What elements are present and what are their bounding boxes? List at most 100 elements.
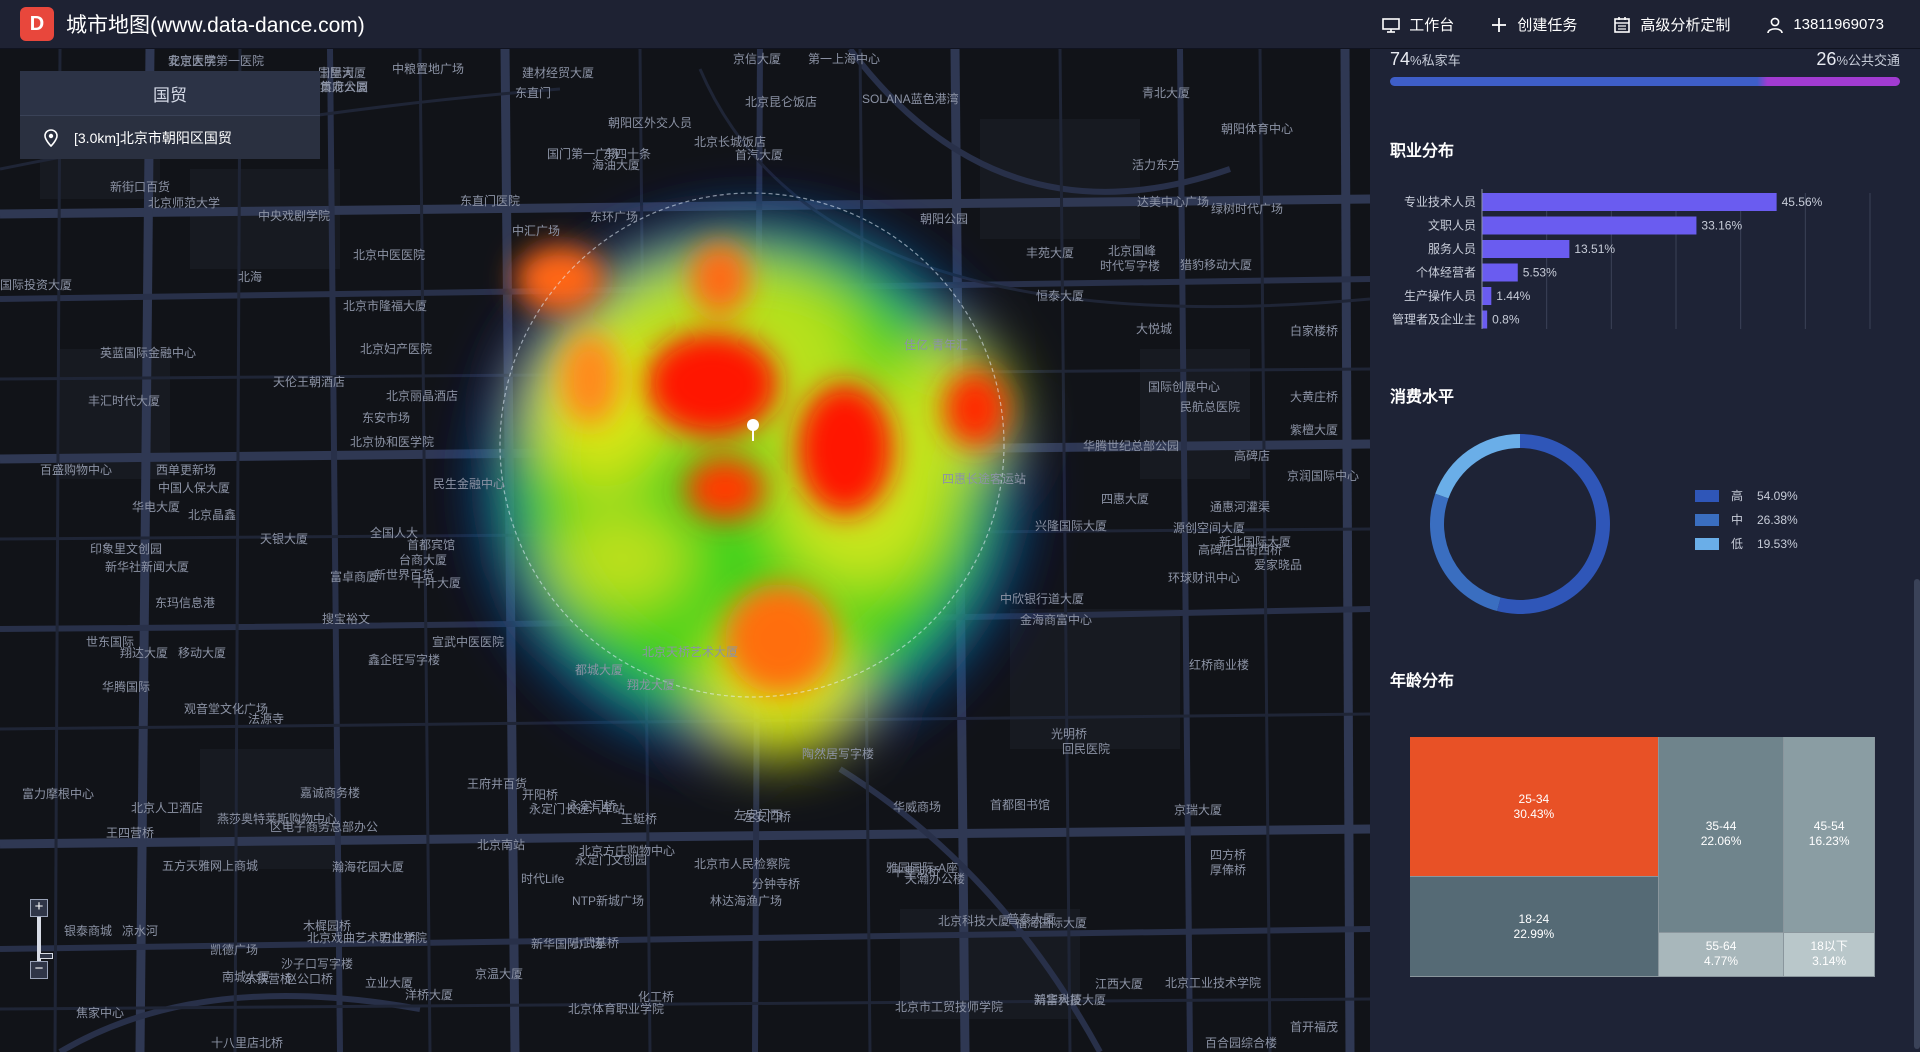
map-poi-label: 紫檀大厦 — [1290, 423, 1339, 437]
age-cell-value: 4.77% — [1704, 954, 1739, 969]
consumption-legend-item[interactable]: 低 19.53% — [1695, 535, 1798, 552]
map-poi-label: 鸿富大厦 — [1034, 993, 1083, 1007]
occupation-bar[interactable] — [1482, 193, 1777, 211]
map-poi-label: 朝阳体育中心 — [1221, 122, 1294, 136]
map-poi-label: SOLANA蓝色港湾 — [862, 92, 959, 106]
consumption-legend-item[interactable]: 高 54.09% — [1695, 487, 1798, 504]
occupation-value-label: 0.8% — [1492, 313, 1520, 327]
occupation-bar[interactable] — [1482, 216, 1697, 235]
zoom-in-button[interactable]: + — [30, 899, 48, 917]
map-poi-label: 东铁营桥 — [244, 972, 293, 986]
consumption-slice[interactable] — [1435, 434, 1520, 499]
occupation-category-label: 生产操作人员 — [1404, 288, 1476, 303]
app-root: D 城市地图(www.data-dance.com) 工作台 创建任务 高级分析… — [0, 0, 1920, 1052]
consumption-slice[interactable] — [1497, 434, 1610, 614]
map-poi-label: 建材经贸大厦 — [522, 66, 595, 80]
map-poi-label: 北京科技大厦 — [938, 914, 1011, 928]
map-poi-label: 北京南站 — [477, 838, 526, 852]
age-treemap-cell[interactable]: 55-64 4.77% — [1658, 932, 1785, 977]
map-poi-label: 富力摩根中心 — [22, 787, 95, 801]
map-poi-label: 时代写字楼 — [1100, 259, 1161, 273]
map-poi-label: 印象里文创园 — [90, 542, 163, 556]
map-poi-label: 华腾世纪总部公园 — [1083, 439, 1180, 453]
map-poi-label: 国际创展中心 — [1148, 380, 1221, 394]
map-poi-label: 大悦城 — [1136, 322, 1173, 336]
map-poi-label: 北京市人民检察院 — [694, 857, 791, 871]
user-icon — [1767, 17, 1784, 33]
age-treemap-cell[interactable]: 25-34 30.43% — [1410, 737, 1659, 878]
map-poi-label: 鑫企旺写字楼 — [368, 653, 441, 667]
map-poi-label: 北京丽晶酒店 — [386, 389, 459, 403]
age-treemap-cell[interactable]: 45-54 16.23% — [1784, 737, 1875, 933]
map-poi-label: 北京妇产医院 — [360, 342, 433, 356]
zoom-slider-handle[interactable] — [39, 953, 53, 959]
map-poi-label: 北京戏曲艺术职业学院 — [307, 931, 428, 945]
map-poi-label: 北京市工贸技师学院 — [895, 1000, 1004, 1014]
search-title[interactable]: 国贸 — [20, 71, 320, 115]
occupation-bar[interactable] — [1482, 240, 1570, 258]
age-cell-value: 22.99% — [1513, 926, 1555, 941]
map-poi-label: 京瑞大厦 — [1174, 803, 1223, 817]
occupation-bar[interactable] — [1482, 263, 1518, 282]
map-poi-label: 猎豹移动大厦 — [1180, 258, 1253, 272]
nav-user-button[interactable]: 13811969073 — [1766, 16, 1884, 34]
map-poi-label: 东直门 — [515, 86, 552, 100]
panel-scrollbar[interactable] — [1914, 579, 1920, 1049]
map-poi-label: 赵公口桥 — [285, 972, 334, 986]
legend-swatch — [1695, 489, 1719, 502]
map-poi-label: 移动大厦 — [178, 646, 227, 660]
nav-create-task-button[interactable]: 创建任务 — [1490, 14, 1577, 35]
map-poi-label: 玉蜓桥 — [621, 812, 658, 826]
zoom-slider-track[interactable] — [37, 917, 53, 961]
consumption-legend-item[interactable]: 中 26.38% — [1695, 511, 1798, 528]
map-poi-label: 华电大厦 — [132, 500, 181, 514]
legend-value: 54.09% — [1757, 488, 1798, 503]
occupation-bar[interactable] — [1482, 287, 1492, 305]
map-poi-label: 北京晶鑫 — [188, 508, 237, 522]
map-poi-label: 五方天雅网上商城 — [162, 859, 259, 873]
map-poi-label: 林达海渔广场 — [710, 894, 783, 908]
consumption-donut-chart — [1430, 434, 1610, 614]
nav-workbench-button[interactable]: 工作台 — [1382, 14, 1454, 35]
map-poi-label: 金海商富中心 — [1020, 613, 1093, 627]
map-poi-label: 环球财讯中心 — [1168, 571, 1241, 585]
consumption-slice[interactable] — [1430, 493, 1501, 612]
zoom-out-button[interactable]: − — [30, 961, 48, 979]
map-poi-label: 四惠大厦 — [1101, 492, 1150, 506]
age-cell-label: 25-34 — [1518, 791, 1550, 806]
transport-ratio-bar — [1390, 77, 1900, 86]
map-poi-label: 红桥商业楼 — [1189, 658, 1250, 672]
occupation-bar[interactable] — [1482, 310, 1488, 329]
map-poi-label: 朝阳区外交人员 — [608, 116, 693, 130]
map-canvas[interactable]: 安定医院 国际大厦 首府大厦 中粮置地广场 建材经贸大厦 东直门 京信大厦 第一上海中心 SOL… — [0, 49, 1370, 1052]
map-poi-label: 佳亿·青年汇 — [904, 338, 968, 352]
age-treemap-cell[interactable]: 18以下 3.14% — [1784, 932, 1875, 977]
map-poi-label: 法源寺 — [248, 712, 285, 726]
search-result-item[interactable]: [3.0km]北京市朝阳区国贸 — [20, 115, 320, 159]
nav-advanced-analysis-label: 高级分析定制 — [1640, 17, 1731, 34]
logo-icon[interactable]: D — [20, 7, 54, 41]
nav-create-task-label: 创建任务 — [1517, 17, 1578, 34]
search-result-label: [3.0km]北京市朝阳区国贸 — [74, 129, 232, 146]
map-poi-label: 翔龙大厦 — [627, 678, 676, 692]
age-cell-label: 18以下 — [1810, 939, 1848, 954]
nav-advanced-analysis-button[interactable]: 高级分析定制 — [1613, 14, 1730, 35]
map-poi-label: 左安门桥 — [743, 810, 792, 824]
age-title: 年龄分布 — [1390, 673, 1455, 690]
age-cell-value: 30.43% — [1513, 806, 1555, 821]
age-treemap-cell[interactable]: 35-44 22.06% — [1658, 737, 1785, 933]
map-poi-label: 北京长城饭店 — [694, 135, 767, 149]
map-poi-label: 北京人卫酒店 — [131, 801, 204, 815]
logo-text: D — [29, 12, 45, 35]
map-poi-label: 华腾国际 — [102, 680, 151, 694]
map-poi-label: 永定门桥 — [568, 799, 617, 813]
map-poi-label: 凉水河 — [122, 924, 159, 938]
top-nav: 工作台 创建任务 高级分析定制 13811969073 — [1382, 0, 1884, 49]
map-poi-label: 翔达大厦 — [120, 646, 169, 660]
map-poi-label: 丰汇时代大厦 — [88, 394, 161, 408]
public-transport-pct: 26 — [1816, 49, 1837, 69]
map-poi-label: 天银大厦 — [260, 532, 309, 546]
age-treemap-cell[interactable]: 18-24 22.99% — [1410, 877, 1659, 977]
map-poi-label: 英蓝国际金融中心 — [100, 346, 197, 360]
map-poi-label: 首开福茂 — [1290, 1020, 1339, 1034]
